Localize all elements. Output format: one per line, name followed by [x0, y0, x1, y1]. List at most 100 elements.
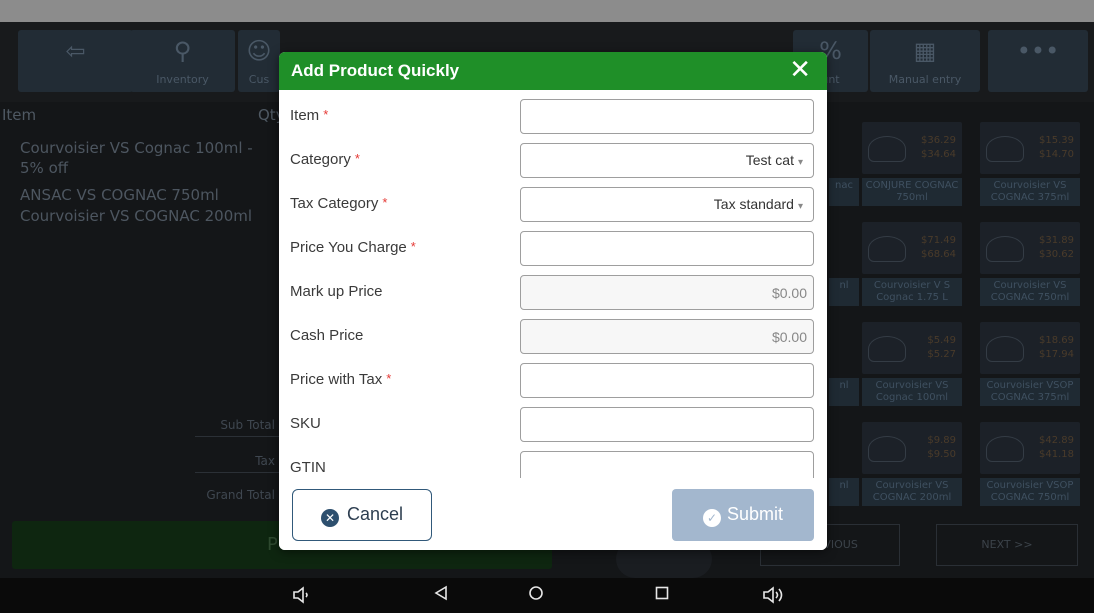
submit-label: Submit: [726, 503, 784, 524]
product-price: $9.89 $9.50: [927, 435, 956, 460]
more-button[interactable]: •••: [988, 30, 1088, 92]
category-row: Category * Test cat ▾: [279, 142, 827, 186]
product-card[interactable]: $71.49 $68.64: [862, 222, 962, 274]
bottle-icon: [868, 136, 906, 162]
mark-up-price-label: Mark up Price: [290, 283, 383, 300]
product-name[interactable]: Courvoisier VS COGNAC 200ml: [862, 478, 962, 506]
price-with-tax-row: Price with Tax *: [279, 362, 827, 406]
required-marker: *: [382, 195, 388, 210]
manual-entry-label: Manual entry: [888, 73, 962, 86]
category-select[interactable]: Test cat ▾: [520, 143, 814, 178]
tax-category-label: Tax Category *: [290, 195, 388, 212]
inventory-label: Inventory: [156, 73, 209, 86]
product-name[interactable]: nl: [829, 278, 859, 306]
product-card[interactable]: $15.39 $14.70: [980, 122, 1080, 174]
required-marker: *: [410, 239, 416, 254]
product-name[interactable]: nl: [829, 378, 859, 406]
product-name[interactable]: Courvoisier VSOP COGNAC 750ml: [980, 478, 1080, 506]
cart-item[interactable]: ANSAC VS COGNAC 750ml: [20, 185, 280, 205]
customer-label: Cus: [248, 73, 270, 86]
product-price: $5.49 $5.27: [927, 335, 956, 360]
close-icon[interactable]: ✕: [789, 55, 811, 85]
product-price: $42.89 $41.18: [1039, 435, 1074, 460]
product-name[interactable]: Courvoisier VS COGNAC 375ml: [980, 178, 1080, 206]
product-name[interactable]: Courvoisier V S Cognac 1.75 L: [862, 278, 962, 306]
tax-label: Tax: [255, 454, 275, 468]
manual-entry-button[interactable]: ▦ Manual entry: [870, 30, 980, 92]
volume-down-icon[interactable]: [287, 584, 317, 612]
gtin-field[interactable]: [520, 451, 814, 478]
required-marker: *: [323, 107, 329, 122]
price-with-tax-label: Price with Tax *: [290, 371, 392, 388]
product-card[interactable]: $36.29 $34.64: [862, 122, 962, 174]
cart-item[interactable]: Courvoisier VS COGNAC 200ml: [20, 206, 280, 226]
volume-up-icon[interactable]: [759, 584, 789, 612]
next-page-button[interactable]: NEXT >>: [936, 524, 1078, 566]
more-icon: •••: [1016, 37, 1060, 65]
add-product-dialog: Add Product Quickly ✕ Item * Category * Te…: [279, 52, 827, 550]
search-icon: ⚲: [173, 37, 192, 65]
item-field[interactable]: [520, 99, 814, 134]
person-icon: ☺: [246, 37, 272, 65]
dialog-footer: ✕ Cancel ✓ Submit: [279, 478, 827, 550]
cancel-button[interactable]: ✕ Cancel: [292, 489, 432, 541]
cart-header-item: Item: [2, 106, 37, 124]
system-navigation-bar: [0, 578, 1094, 613]
sku-row: SKU: [279, 406, 827, 450]
bottle-icon: [986, 436, 1024, 462]
product-card[interactable]: $18.69 $17.94: [980, 322, 1080, 374]
price-you-charge-label: Price You Charge *: [290, 239, 416, 256]
back-button[interactable]: ⇦: [18, 30, 133, 92]
item-row: Item *: [279, 98, 827, 142]
sku-field[interactable]: [520, 407, 814, 442]
mark-up-price-field[interactable]: [520, 275, 814, 310]
bottle-icon: [986, 236, 1024, 262]
required-marker: *: [386, 371, 392, 386]
bottle-icon: [986, 336, 1024, 362]
customer-button[interactable]: ☺ Cus: [238, 30, 280, 92]
price-with-tax-field[interactable]: [520, 363, 814, 398]
product-name[interactable]: Courvoisier VS Cognac 100ml: [862, 378, 962, 406]
price-you-charge-field[interactable]: [520, 231, 814, 266]
recents-icon[interactable]: [647, 584, 677, 608]
tax-category-row: Tax Category * Tax standard ▾: [279, 186, 827, 230]
mark-up-price-row: Mark up Price: [279, 274, 827, 318]
product-card[interactable]: $9.89 $9.50: [862, 422, 962, 474]
dialog-title: Add Product Quickly: [291, 61, 460, 80]
submit-button[interactable]: ✓ Submit: [672, 489, 814, 541]
back-icon[interactable]: [426, 584, 456, 608]
check-circle-icon: ✓: [702, 508, 721, 527]
tax-category-value: Tax standard: [713, 196, 794, 212]
product-name[interactable]: Courvoisier VS COGNAC 750ml: [980, 278, 1080, 306]
cash-price-row: Cash Price: [279, 318, 827, 362]
item-label: Item *: [290, 107, 329, 124]
inventory-button[interactable]: ⚲ Inventory: [130, 30, 235, 92]
gtin-row: GTIN: [279, 450, 827, 478]
product-name[interactable]: nl: [829, 478, 859, 506]
product-card[interactable]: $5.49 $5.27: [862, 322, 962, 374]
close-circle-icon: ✕: [320, 508, 339, 527]
cart-item[interactable]: Courvoisier VS Cognac 100ml - 5% off: [20, 138, 280, 178]
product-price: $71.49 $68.64: [921, 235, 956, 260]
status-bar: [0, 0, 1094, 22]
tax-category-select[interactable]: Tax standard ▾: [520, 187, 814, 222]
subtotal-label: Sub Total: [220, 418, 275, 432]
product-name[interactable]: Courvoisier VSOP COGNAC 375ml: [980, 378, 1080, 406]
product-name[interactable]: CONJURE COGNAC 750ml: [862, 178, 962, 206]
back-arrow-icon: ⇦: [65, 37, 86, 65]
cash-price-field[interactable]: [520, 319, 814, 354]
product-form[interactable]: Item * Category * Test cat ▾ Tax Category * …: [279, 90, 827, 478]
product-card[interactable]: $31.89 $30.62: [980, 222, 1080, 274]
product-name[interactable]: nac: [829, 178, 859, 206]
pay-label: P: [267, 534, 278, 555]
sku-label: SKU: [290, 415, 321, 432]
home-icon[interactable]: [521, 584, 551, 608]
calculator-icon: ▦: [913, 37, 937, 65]
bottle-icon: [868, 436, 906, 462]
bottle-icon: [986, 136, 1024, 162]
product-card[interactable]: $42.89 $41.18: [980, 422, 1080, 474]
product-price: $15.39 $14.70: [1039, 135, 1074, 160]
bottle-icon: [868, 236, 906, 262]
dropdown-caret-icon: ▾: [797, 157, 803, 168]
grand-total-label: Grand Total: [206, 488, 275, 502]
